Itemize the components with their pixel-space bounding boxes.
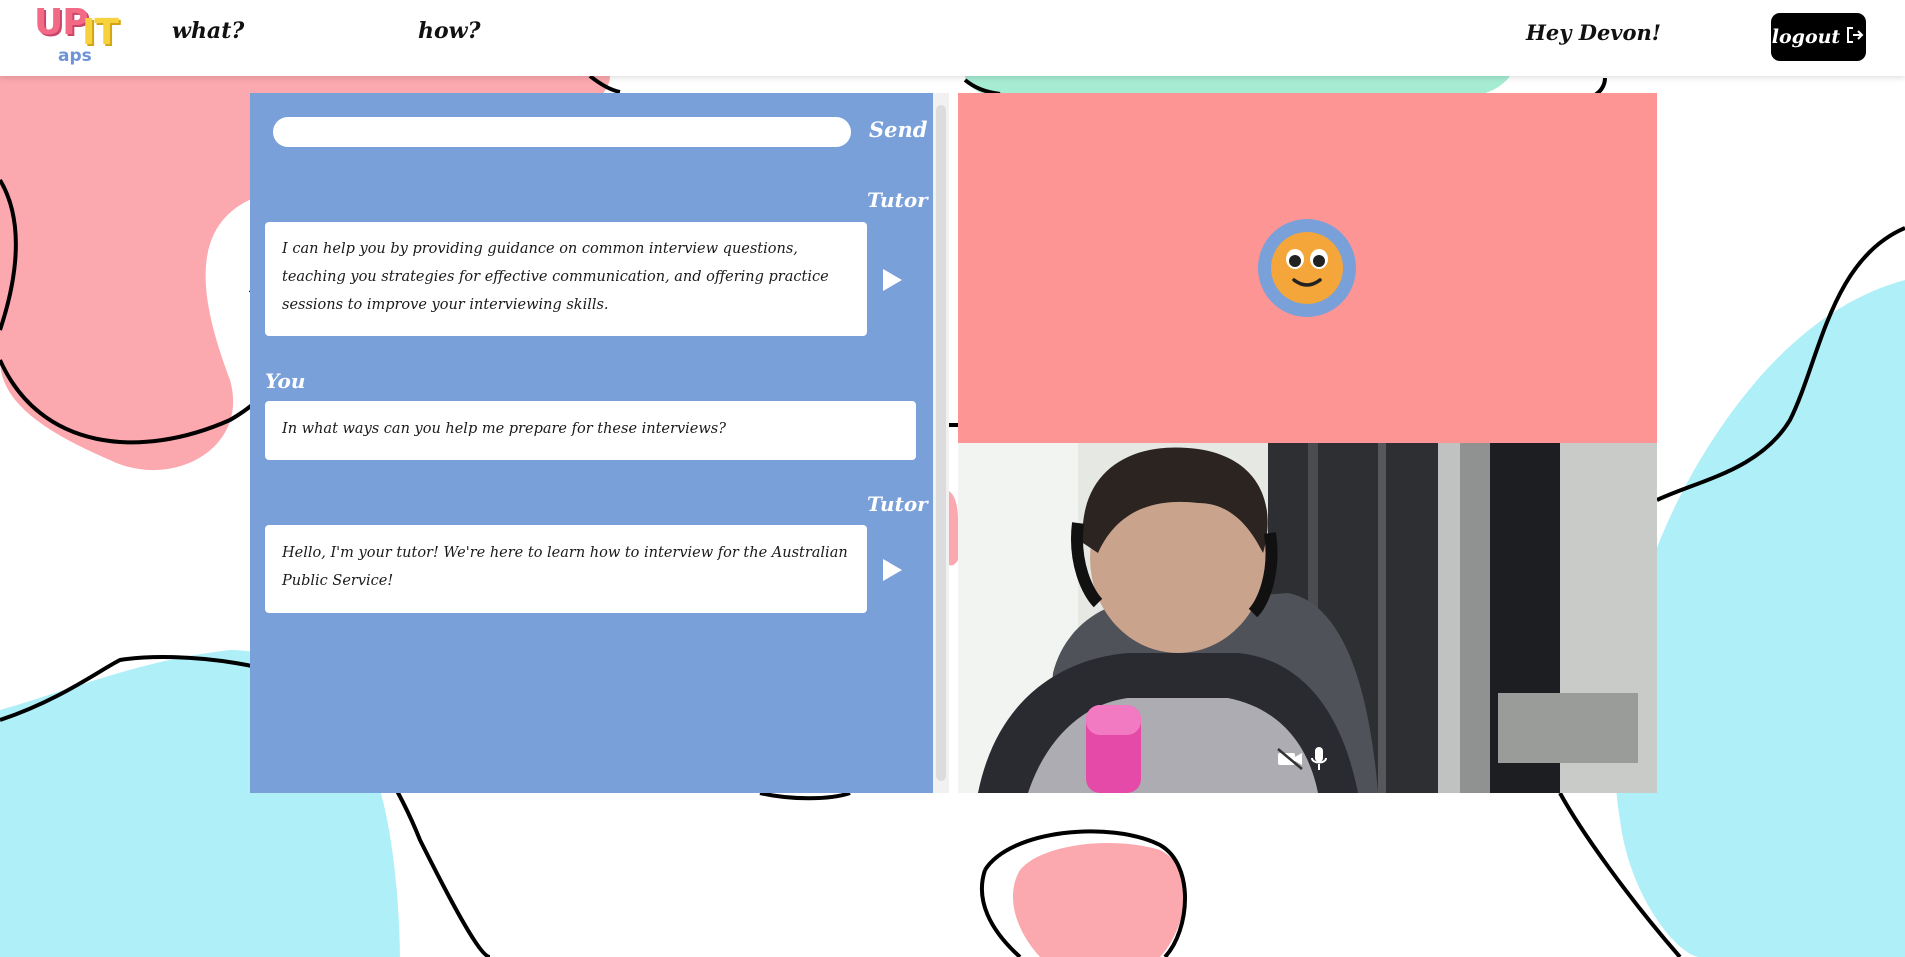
send-button[interactable]: Send	[869, 117, 927, 142]
top-nav-bar: UP IT aps what? how? Hey Devon! logout	[0, 0, 1905, 76]
chat-scrollbar-thumb[interactable]	[936, 105, 946, 781]
tutor-message-bubble: I can help you by providing guidance on …	[265, 222, 867, 336]
upit-aps-logo[interactable]: UP IT aps	[34, 2, 124, 70]
video-controls	[1276, 745, 1328, 773]
tutor-avatar-panel	[958, 93, 1657, 443]
logo-aps-text: aps	[58, 46, 92, 66]
nav-link-what[interactable]: what?	[172, 18, 244, 44]
nav-link-how[interactable]: how?	[418, 18, 481, 44]
chat-message-input[interactable]	[273, 117, 851, 147]
user-greeting: Hey Devon!	[1526, 20, 1661, 45]
microphone-icon[interactable]	[1310, 745, 1328, 773]
logout-icon	[1845, 25, 1865, 50]
message-text: I can help you by providing guidance on …	[282, 241, 829, 313]
tutor-message-bubble: Hello, I'm your tutor! We're here to lea…	[265, 525, 867, 613]
message-text: Hello, I'm your tutor! We're here to lea…	[282, 545, 848, 589]
chat-scrollbar[interactable]	[933, 93, 949, 793]
camera-off-icon[interactable]	[1276, 747, 1304, 771]
logout-button[interactable]: logout	[1771, 13, 1866, 61]
message-sender-tutor: Tutor	[867, 188, 928, 212]
message-sender-you: You	[265, 369, 306, 393]
play-audio-icon[interactable]	[880, 557, 904, 583]
logout-label: logout	[1771, 26, 1841, 48]
black-curve-bottom-mid	[759, 791, 851, 801]
message-text: In what ways can you help me prepare for…	[282, 421, 726, 437]
play-audio-icon[interactable]	[880, 267, 904, 293]
message-sender-tutor: Tutor	[867, 492, 928, 516]
user-message-bubble: In what ways can you help me prepare for…	[265, 401, 916, 460]
smiley-face-icon	[1258, 219, 1356, 317]
chat-panel: Send Tutor I can help you by providing g…	[250, 93, 933, 793]
webcam-video-feed	[958, 443, 1657, 793]
pink-blob-bottom	[1012, 842, 1185, 957]
webcam-image	[958, 443, 1657, 793]
cyan-blob-right	[1614, 280, 1905, 957]
logo-up-text: UP	[34, 2, 89, 43]
